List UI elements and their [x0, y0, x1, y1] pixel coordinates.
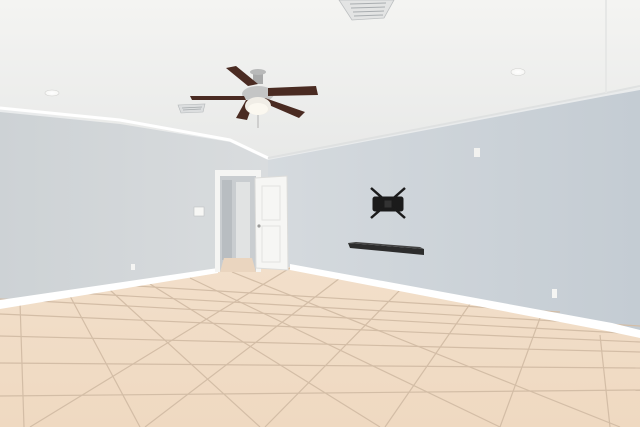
outlet-left	[131, 264, 135, 270]
thermostat	[193, 206, 205, 217]
recessed-light	[44, 89, 60, 97]
outlet-right	[552, 289, 557, 298]
room-illustration	[0, 0, 640, 427]
room-photo	[0, 0, 640, 427]
ceiling-vent	[177, 103, 206, 114]
door-knob	[257, 224, 261, 228]
recessed-light	[510, 68, 526, 76]
open-door	[254, 175, 289, 271]
fan-blade	[190, 96, 246, 100]
wall-plate	[474, 148, 480, 157]
